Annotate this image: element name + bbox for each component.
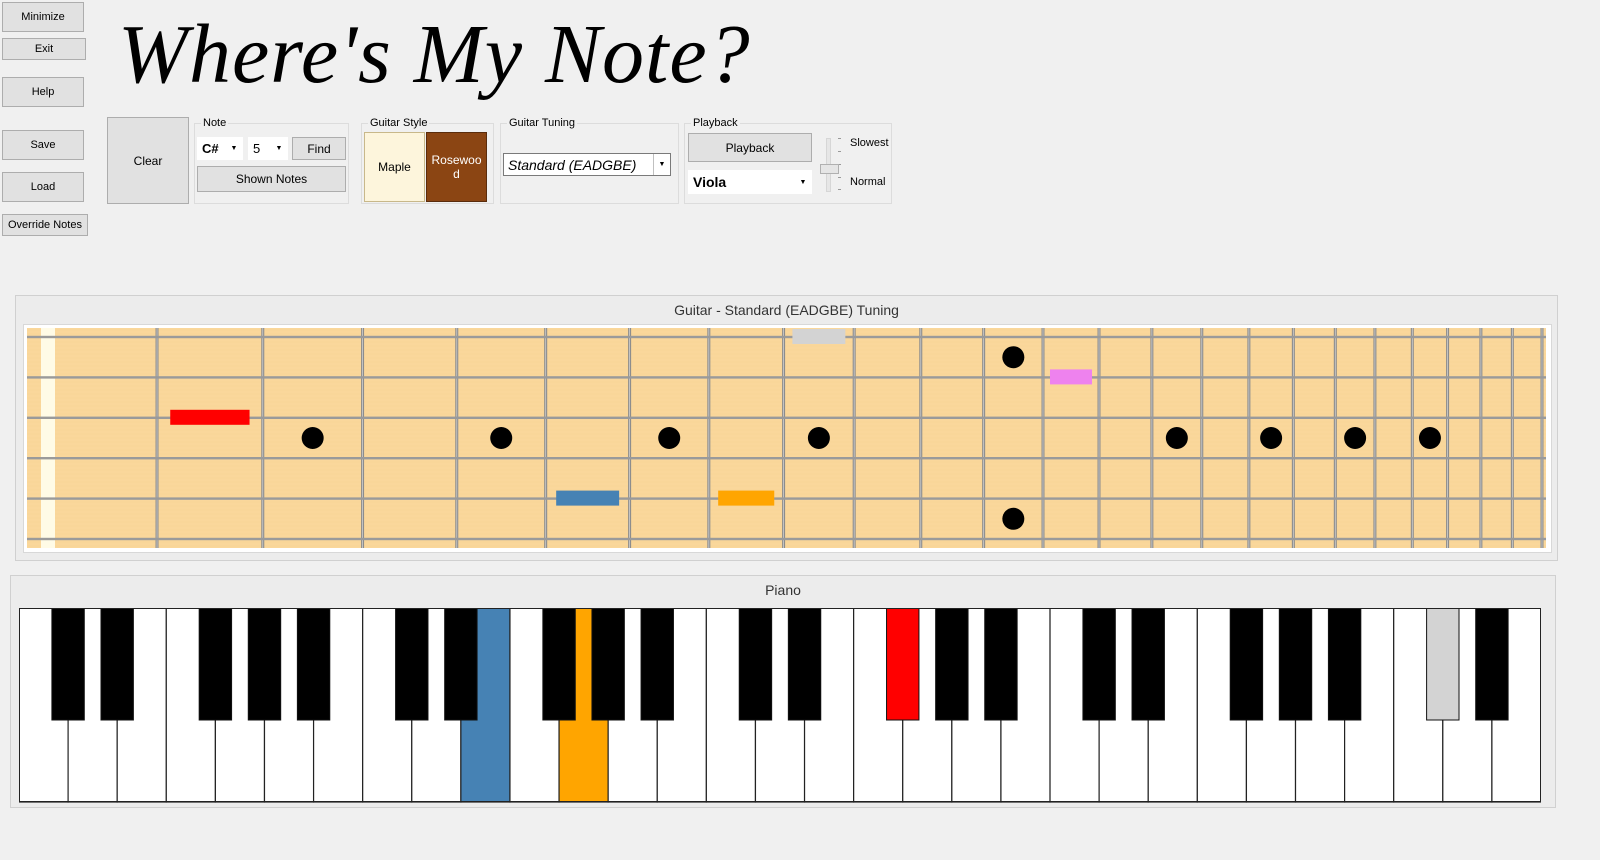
save-button[interactable]: Save xyxy=(2,130,84,160)
piano-black-key xyxy=(1327,608,1362,721)
tuning-select[interactable]: Standard (EADGBE) ▼ xyxy=(503,153,671,176)
instrument-select-value: Viola xyxy=(693,174,727,190)
inlay-dot xyxy=(1260,427,1283,449)
shown-notes-button[interactable]: Shown Notes xyxy=(197,166,346,192)
load-button[interactable]: Load xyxy=(2,172,84,202)
piano-black-key xyxy=(247,608,282,721)
note-group-label: Note xyxy=(201,117,229,130)
piano-black-key xyxy=(542,608,576,721)
rosewood-button[interactable]: Rosewoo d xyxy=(426,132,487,202)
fretboard[interactable] xyxy=(27,328,1546,548)
piano-black-key xyxy=(198,608,233,721)
speed-slowest-label: Slowest xyxy=(850,137,889,149)
inlay-dot xyxy=(1002,346,1025,369)
chevron-down-icon: ▼ xyxy=(230,145,238,152)
piano-black-key xyxy=(984,608,1018,721)
playback-group-label: Playback xyxy=(691,117,740,130)
note-marker xyxy=(170,409,250,425)
speed-slider[interactable] xyxy=(815,134,843,194)
piano-black-key xyxy=(640,608,674,721)
piano-keyboard[interactable] xyxy=(19,608,1541,804)
piano-black-key xyxy=(1426,608,1460,721)
piano-black-key xyxy=(1475,608,1509,721)
slider-tick xyxy=(838,138,841,139)
guitar-string xyxy=(27,457,1546,460)
guitar-string xyxy=(27,335,1546,339)
piano-black-key xyxy=(296,608,331,721)
piano-black-key xyxy=(935,608,969,721)
slider-thumb[interactable] xyxy=(820,164,839,174)
chevron-down-icon: ▼ xyxy=(653,154,670,175)
instrument-select[interactable]: Viola ▼ xyxy=(688,170,812,194)
chevron-down-icon: ▼ xyxy=(799,178,807,186)
inlay-dot xyxy=(1418,427,1441,449)
inlay-dot xyxy=(1002,507,1025,530)
slider-tick xyxy=(838,177,841,178)
guitar-panel-title: Guitar - Standard (EADGBE) Tuning xyxy=(674,302,899,318)
piano-black-key xyxy=(395,608,429,721)
note-select-value: C# xyxy=(202,141,219,156)
guitar-nut xyxy=(41,328,55,548)
inlay-dot xyxy=(301,427,324,449)
piano-black-key xyxy=(591,608,625,721)
guitar-tuning-label: Guitar Tuning xyxy=(507,117,578,130)
guitar-string xyxy=(27,537,1546,541)
app-title: Where's My Note? xyxy=(118,8,751,101)
note-marker xyxy=(792,329,846,344)
note-marker xyxy=(556,490,620,506)
piano-black-key xyxy=(1229,608,1264,721)
tuning-select-value: Standard (EADGBE) xyxy=(508,156,637,173)
inlay-dot xyxy=(490,427,513,449)
guitar-string xyxy=(27,497,1546,500)
slider-tick xyxy=(838,189,841,190)
guitar-string xyxy=(27,416,1546,419)
inlay-dot xyxy=(1344,427,1367,449)
slider-tick xyxy=(838,151,841,152)
piano-black-key xyxy=(51,608,85,721)
find-button[interactable]: Find xyxy=(292,137,346,160)
note-select[interactable]: C# ▼ xyxy=(197,137,243,160)
inlay-dot xyxy=(807,427,830,449)
help-button[interactable]: Help xyxy=(2,77,84,107)
piano-panel-title: Piano xyxy=(765,582,801,598)
minimize-button[interactable]: Minimize xyxy=(2,2,84,32)
piano-panel: Piano xyxy=(10,575,1556,808)
piano-black-key xyxy=(886,608,920,721)
piano-black-key xyxy=(1278,608,1313,721)
note-marker xyxy=(1050,369,1093,385)
piano-black-key xyxy=(100,608,134,721)
chevron-down-icon: ▼ xyxy=(275,145,283,152)
piano-black-key xyxy=(738,608,773,721)
piano-black-key xyxy=(444,608,478,721)
piano-black-key xyxy=(1131,608,1165,721)
override-notes-button[interactable]: Override Notes xyxy=(2,214,88,236)
piano-black-key xyxy=(787,608,822,721)
exit-button[interactable]: Exit xyxy=(2,38,86,60)
piano-black-key xyxy=(1082,608,1116,721)
inlay-dot xyxy=(658,427,681,449)
note-marker xyxy=(718,490,775,506)
guitar-string xyxy=(27,376,1546,379)
speed-normal-label: Normal xyxy=(850,176,886,188)
guitar-style-label: Guitar Style xyxy=(368,117,430,130)
guitar-panel: Guitar - Standard (EADGBE) Tuning xyxy=(15,295,1558,561)
playback-button[interactable]: Playback xyxy=(688,133,812,162)
octave-select-value: 5 xyxy=(253,141,261,156)
maple-button[interactable]: Maple xyxy=(364,132,425,202)
clear-button[interactable]: Clear xyxy=(107,117,189,204)
inlay-dot xyxy=(1165,427,1188,449)
octave-select[interactable]: 5 ▼ xyxy=(248,137,288,160)
fretboard-frame xyxy=(23,324,1552,553)
